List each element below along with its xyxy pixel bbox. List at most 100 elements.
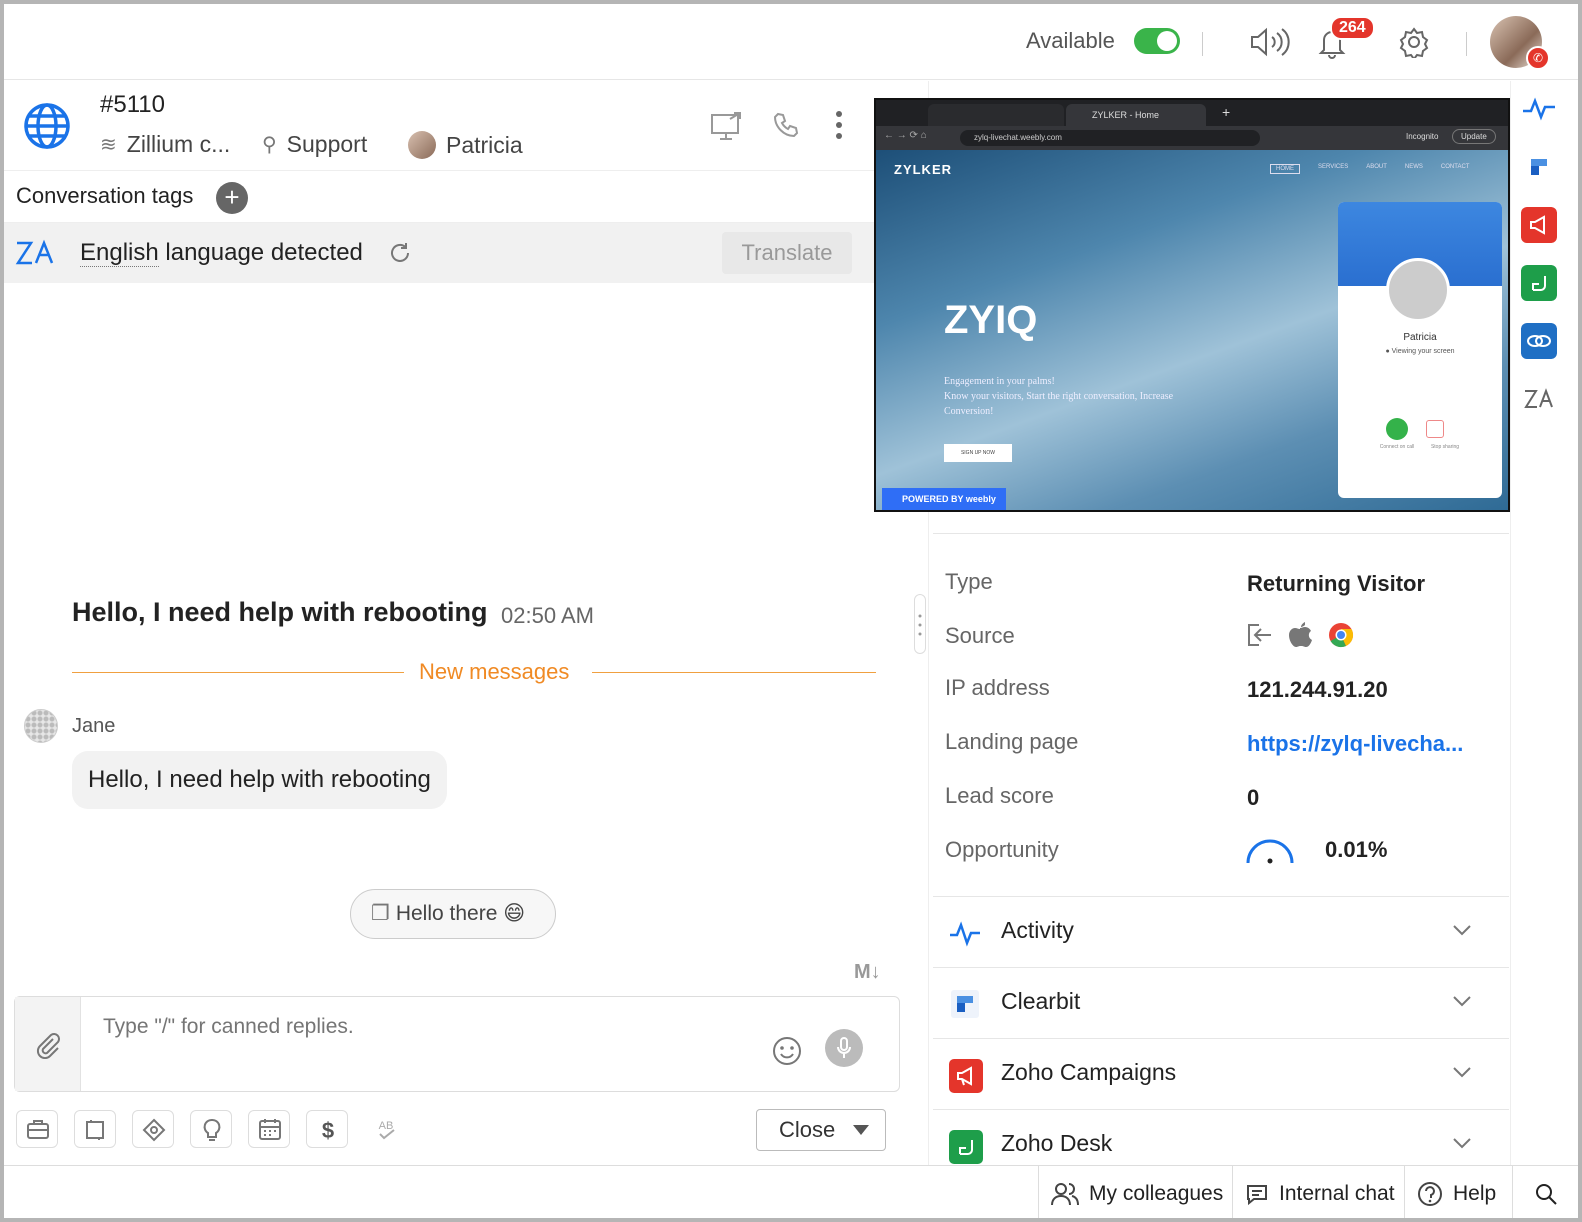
agent-meta[interactable]: Patricia: [408, 131, 523, 159]
accordion-label: Zoho Desk: [1001, 1130, 1113, 1156]
language-detected-text: English language detected: [80, 239, 363, 267]
phone-status-icon: ✆: [1526, 46, 1550, 70]
hero-line: Engagement in your palms!: [944, 376, 1055, 387]
more-options-icon[interactable]: [834, 109, 844, 141]
shared-screen-preview[interactable]: ZYLKER - Home + ← → ⟳ ⌂ zylq-livechat.we…: [874, 98, 1510, 512]
language-name[interactable]: English: [80, 239, 159, 267]
department-meta[interactable]: ⚲ Support: [262, 131, 367, 158]
microphone-icon: [837, 1037, 851, 1058]
translate-button[interactable]: Translate: [722, 232, 852, 274]
microphone-button[interactable]: [825, 1029, 863, 1067]
link-icon[interactable]: [1521, 323, 1557, 359]
layers-icon: ≋: [100, 134, 117, 156]
department-name: Support: [286, 131, 368, 157]
message-input[interactable]: [103, 1015, 743, 1039]
widget-agent-name: Patricia: [1403, 332, 1437, 343]
notification-badge: 264: [1330, 16, 1375, 40]
zia-icon[interactable]: [1521, 381, 1557, 417]
idea-tool-button[interactable]: [190, 1110, 232, 1148]
payment-tool-button[interactable]: $: [306, 1110, 348, 1148]
message-text: Hello, I need help with rebooting: [72, 597, 488, 627]
campaigns-icon[interactable]: [1521, 207, 1557, 243]
markdown-icon[interactable]: M↓: [854, 961, 881, 984]
speaker-icon[interactable]: [1248, 26, 1292, 58]
lightbulb-icon: [203, 1119, 221, 1141]
login-icon: [1248, 624, 1271, 646]
accordion-activity[interactable]: Activity: [933, 896, 1509, 967]
opportunity-value: 0.01%: [1325, 837, 1388, 862]
svg-text:$: $: [322, 1118, 334, 1143]
routing-tool-button[interactable]: [132, 1110, 174, 1148]
landing-link[interactable]: https://zylq-livecha...: [1247, 731, 1463, 757]
calendar-tool-button[interactable]: [248, 1110, 290, 1148]
apple-icon: [1289, 622, 1312, 647]
phone-icon[interactable]: [772, 111, 800, 139]
paperclip-icon[interactable]: [35, 1031, 61, 1059]
gear-icon[interactable]: [1398, 26, 1430, 58]
campaigns-icon: [949, 1059, 983, 1093]
browser-address-bar: ← → ⟳ ⌂ zylq-livechat.weebly.com Incogni…: [876, 126, 1508, 150]
quick-reply-chip[interactable]: ❐ Hello there 😄: [350, 889, 556, 939]
help-button[interactable]: Help: [1404, 1166, 1508, 1218]
site-nav-item: SERVICES: [1318, 164, 1349, 170]
ip-label: IP address: [945, 675, 1050, 700]
help-label: Help: [1453, 1182, 1497, 1205]
emoji-icon[interactable]: [771, 1035, 803, 1067]
internal-chat-button[interactable]: Internal chat: [1232, 1166, 1407, 1218]
top-bar: Available 264 ✆: [4, 4, 1578, 80]
chevron-down-icon: [1453, 996, 1471, 1007]
widget-avatar: [1386, 258, 1450, 322]
conversation-panel: #5110 ≋ Zillium c... ⚲ Support Patricia: [4, 81, 922, 1165]
activity-icon[interactable]: [1521, 91, 1557, 127]
my-colleagues-button[interactable]: My colleagues: [1038, 1166, 1235, 1218]
site-nav-item: ABOUT: [1366, 164, 1387, 170]
site-nav-item: NEWS: [1404, 164, 1423, 170]
ticket-tool-button[interactable]: [74, 1110, 116, 1148]
sender-name: Jane: [72, 715, 116, 737]
signup-button: SIGN UP NOW: [944, 444, 1012, 462]
site-nav: HOME SERVICES ABOUT NEWS CONTACT: [1270, 164, 1469, 174]
website-view: ZYLKER HOME SERVICES ABOUT NEWS CONTACT …: [876, 150, 1508, 510]
refresh-icon[interactable]: [388, 241, 412, 265]
type-value: Returning Visitor: [1247, 571, 1426, 596]
add-tag-button[interactable]: +: [216, 182, 248, 214]
browser-tab: [928, 104, 1064, 126]
new-messages-label: New messages: [419, 659, 570, 684]
chat-icon: [1247, 1185, 1267, 1206]
availability-toggle[interactable]: [1134, 28, 1180, 54]
site-nav-item: HOME: [1270, 164, 1300, 174]
panel-resize-handle[interactable]: [914, 594, 926, 654]
ticket-id: #5110: [100, 91, 165, 118]
activity-icon: [950, 921, 980, 947]
source-label: Source: [945, 623, 1015, 648]
site-nav-item: CONTACT: [1440, 164, 1470, 170]
org-name: Zillium c...: [126, 131, 231, 157]
quick-reply-icon: ❐: [371, 902, 390, 925]
widget-status: ● Viewing your screen: [1385, 348, 1455, 355]
top-divider: [1202, 32, 1203, 56]
search-button[interactable]: [1512, 1166, 1578, 1218]
attach-area[interactable]: [15, 997, 81, 1091]
spellcheck-tool-button[interactable]: AB: [366, 1110, 408, 1148]
accordion-label: Clearbit: [1001, 988, 1081, 1014]
accordion-zoho-campaigns[interactable]: Zoho Campaigns: [933, 1038, 1509, 1109]
svg-text:AB: AB: [379, 1120, 394, 1132]
desk-icon[interactable]: [1521, 265, 1557, 301]
conversation-header: #5110 ≋ Zillium c... ⚲ Support Patricia: [4, 81, 922, 171]
org-meta[interactable]: ≋ Zillium c...: [100, 131, 230, 158]
dollar-icon: $: [322, 1118, 334, 1143]
hero-line: Conversion!: [944, 406, 994, 417]
update-label: Update: [1452, 129, 1496, 144]
site-brand: ZYLKER: [894, 162, 952, 177]
clearbit-icon[interactable]: [1521, 149, 1557, 185]
spellcheck-icon: AB: [379, 1120, 395, 1140]
screen-share-icon[interactable]: [710, 109, 744, 141]
routing-icon: [142, 1118, 166, 1142]
conversation-tags-label: Conversation tags: [16, 183, 194, 208]
internal-chat-label: Internal chat: [1279, 1182, 1395, 1205]
availability-label: Available: [1026, 28, 1115, 53]
close-chat-button[interactable]: Close: [756, 1109, 886, 1151]
help-icon: [1418, 1182, 1442, 1206]
accordion-clearbit[interactable]: Clearbit: [933, 967, 1509, 1038]
briefcase-tool-button[interactable]: [16, 1110, 58, 1148]
